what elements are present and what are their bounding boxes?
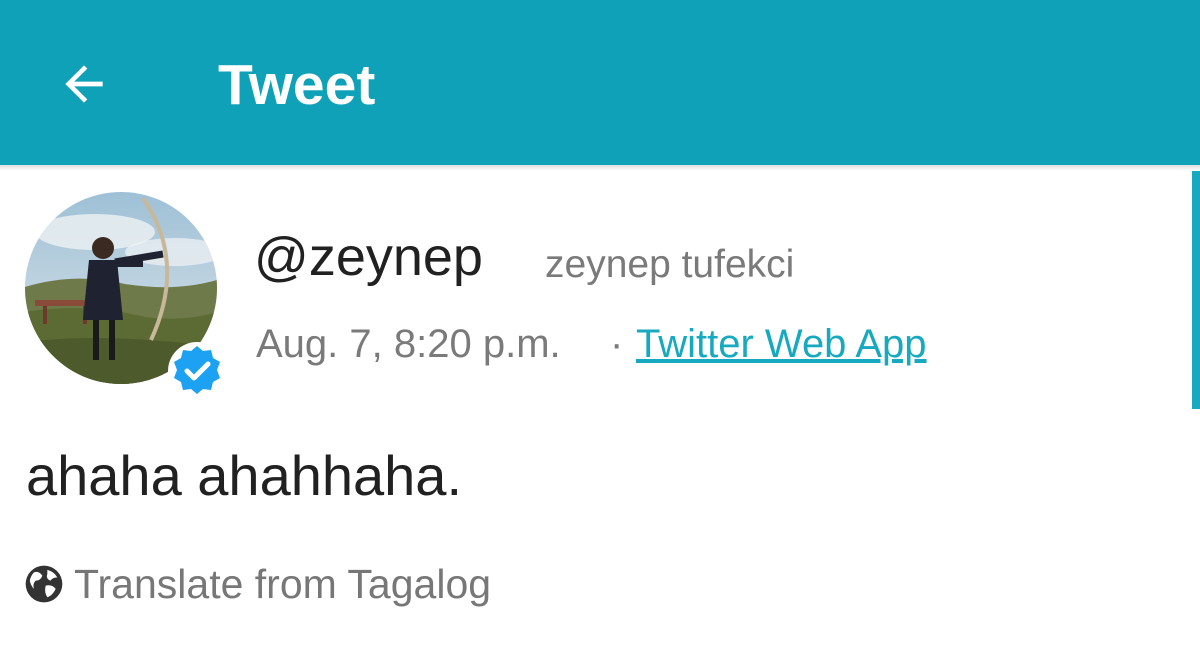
tweet-timestamp: Aug. 7, 8:20 p.m. [256,322,561,366]
page-title: Tweet [218,53,376,117]
verified-badge-icon [166,340,228,402]
translate-label: Translate from Tagalog [74,561,492,607]
back-button[interactable] [46,46,122,122]
translate-button[interactable]: Translate from Tagalog [24,556,491,612]
meta-separator: · [610,322,624,366]
app-bar-shadow [0,165,1200,171]
scroll-indicator[interactable] [1192,171,1200,409]
display-name: zeynep tufekci [545,243,795,286]
user-handle[interactable]: @zeynep [254,222,483,292]
client-link[interactable]: Twitter Web App [636,318,927,370]
app-bar: Tweet [0,0,1200,165]
globe-icon [25,565,63,603]
arrow-left-icon [65,65,103,103]
tweet-detail-screen: Tweet @zeynep zeynep tufekci Aug. 7, 8:2… [0,0,1200,657]
tweet-text: ahaha ahahhaha. [26,444,462,507]
